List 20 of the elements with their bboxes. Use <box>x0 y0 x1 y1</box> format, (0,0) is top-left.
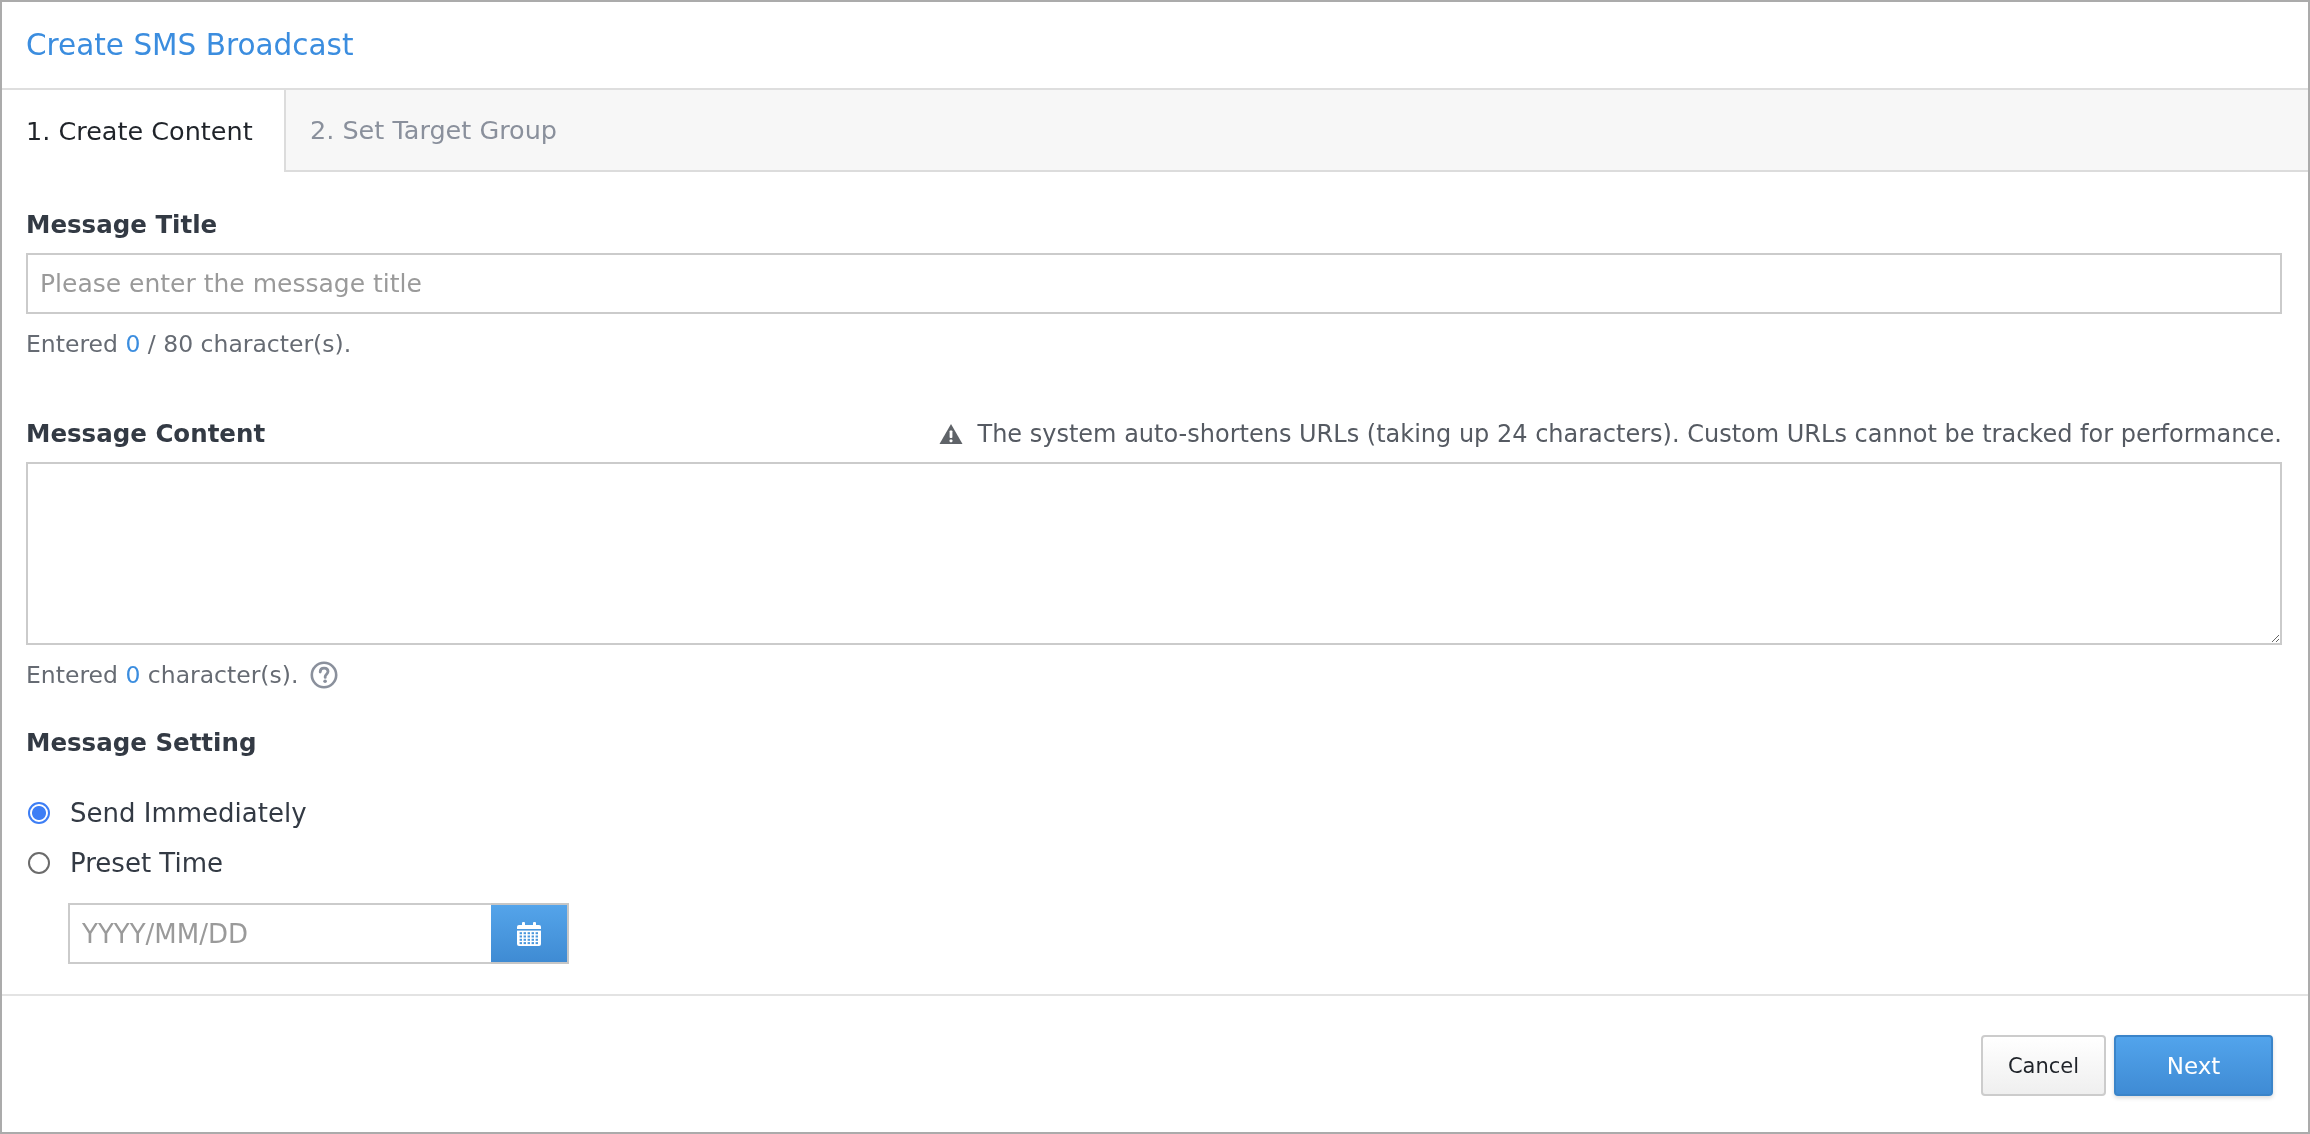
calendar-button[interactable] <box>491 903 569 964</box>
radio-label[interactable]: Send Immediately <box>70 796 307 830</box>
message-content-field[interactable] <box>26 462 2282 645</box>
calendar-icon <box>516 920 542 947</box>
warning-icon <box>939 423 964 445</box>
radio-button[interactable] <box>28 852 50 874</box>
field-label: Message Content <box>26 418 266 450</box>
window-title: Create SMS Broadcast <box>26 27 354 64</box>
radio-label[interactable]: Preset Time <box>70 846 223 880</box>
cancel-button[interactable]: Cancel <box>1981 1035 2106 1096</box>
character-counter: Entered 0 / 80 character(s). <box>26 329 352 359</box>
field-label: Message Title <box>26 209 218 241</box>
radio-button[interactable] <box>28 802 50 824</box>
url-notice: The system auto-shortens URLs (taking up 24 characters). Custom URLs cannot be tracked for performance. <box>977 419 2282 449</box>
field-label: Message Setting <box>26 727 257 759</box>
title-input[interactable]: Please enter the message title <box>26 253 2282 314</box>
date-field[interactable]: YYYY/MM/DD <box>68 903 491 964</box>
tab[interactable]: 1. Create Content <box>2 90 286 172</box>
character-counter: Entered 0 character(s). <box>26 660 299 690</box>
help-icon <box>310 661 339 689</box>
